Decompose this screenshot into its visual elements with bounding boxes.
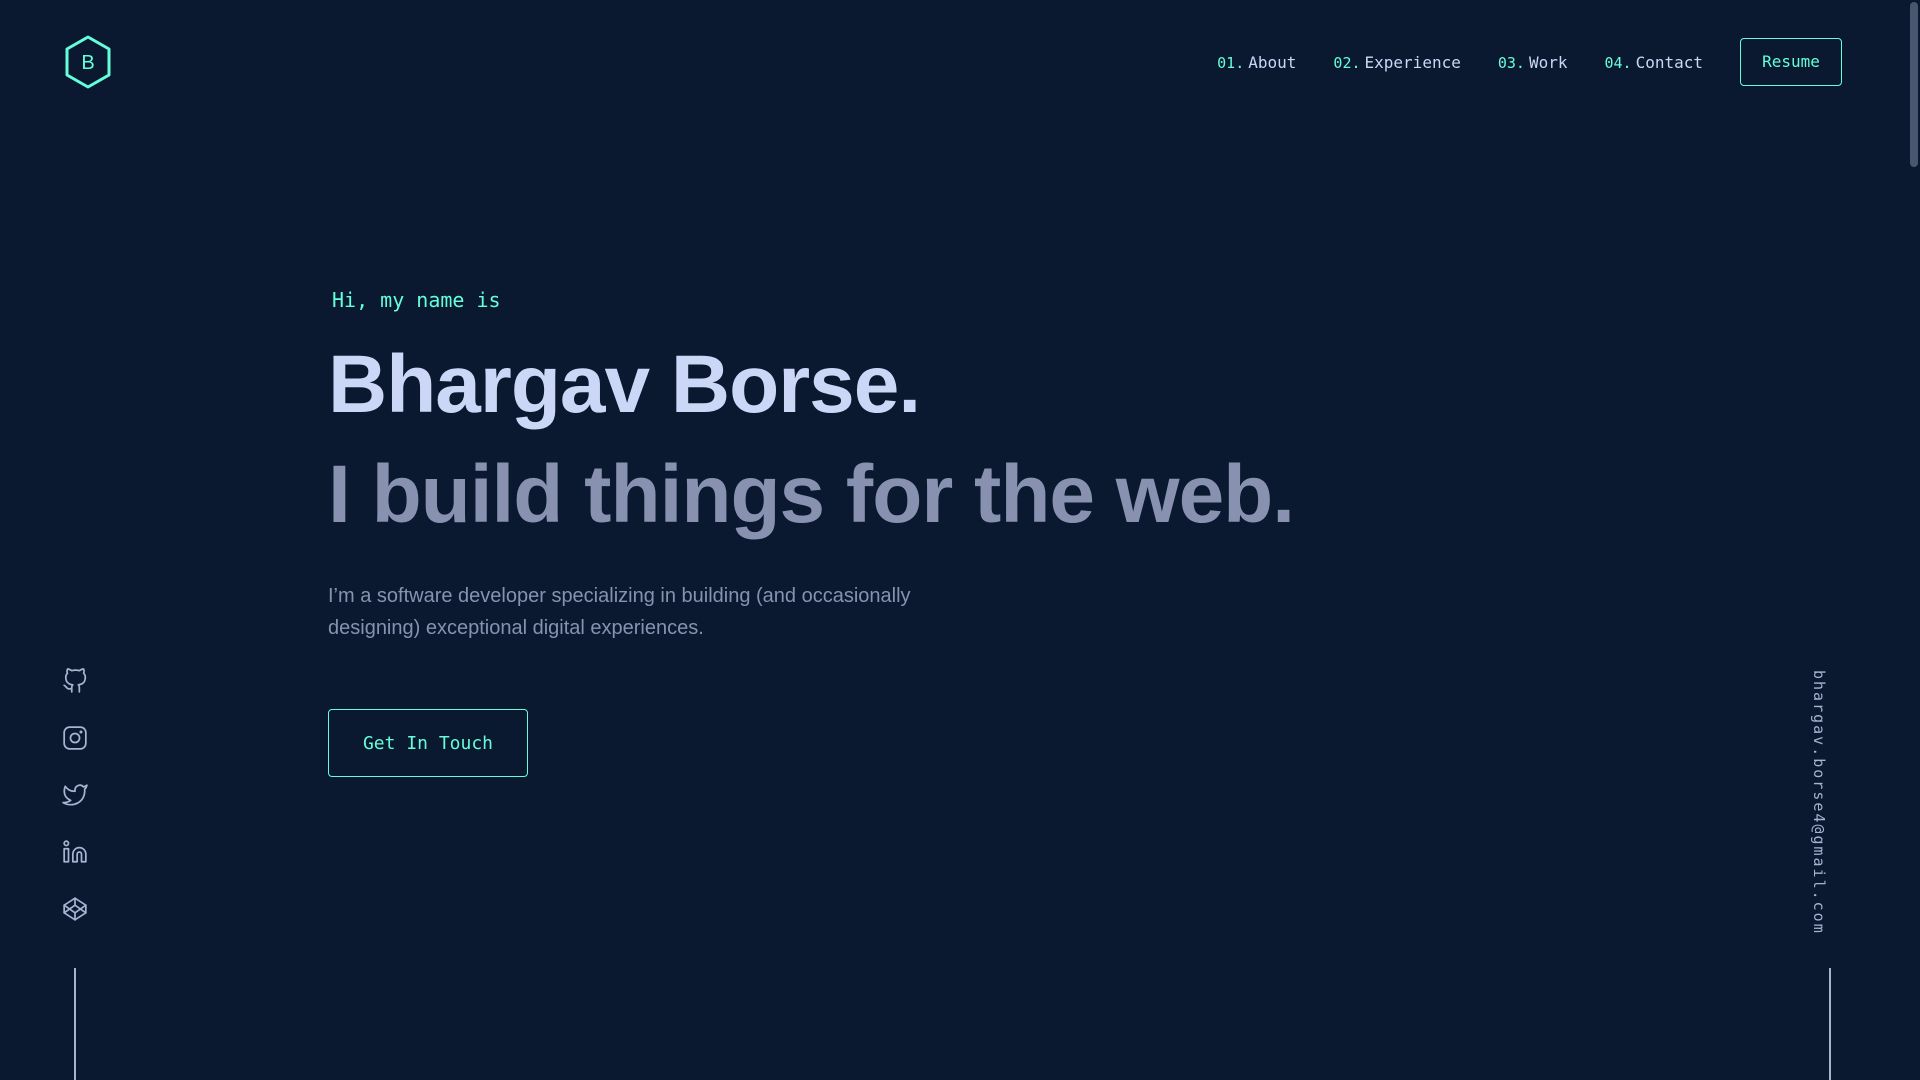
left-divider-line — [74, 968, 76, 1080]
instagram-icon[interactable] — [62, 725, 88, 751]
get-in-touch-button[interactable]: Get In Touch — [328, 709, 528, 777]
nav-number: 04. — [1604, 53, 1632, 72]
nav-label: Work — [1528, 52, 1568, 72]
logo[interactable]: B — [64, 35, 112, 89]
hexagon-logo-icon: B — [65, 35, 111, 89]
scrollbar-thumb[interactable] — [1910, 2, 1918, 167]
nav-number: 03. — [1497, 53, 1525, 72]
nav-item-experience[interactable]: 02. Experience — [1333, 53, 1460, 72]
right-divider-line — [1829, 968, 1831, 1080]
greeting: Hi, my name is — [332, 288, 501, 312]
nav-label: Experience — [1364, 52, 1461, 72]
linkedin-icon[interactable] — [62, 839, 88, 865]
nav-item-work[interactable]: 03. Work — [1498, 53, 1568, 72]
nav-item-contact[interactable]: 04. Contact — [1604, 53, 1703, 72]
hero-description: I’m a software developer specializing in… — [328, 585, 911, 639]
hero-section: Hi, my name is Bhargav Borse. I build th… — [328, 288, 1295, 777]
codepen-icon[interactable] — [62, 896, 88, 922]
email-link[interactable]: bhargav.borse4@gmail.com — [1810, 670, 1828, 935]
main-nav: 01. About 02. Experience 03. Work 04. Contac… — [1217, 38, 1842, 86]
resume-button[interactable]: Resume — [1740, 38, 1842, 86]
nav-label: About — [1248, 52, 1297, 72]
email-sidebar: bhargav.borse4@gmail.com — [1806, 670, 1832, 935]
nav-number: 01. — [1217, 53, 1245, 72]
hero-tagline: I build things for the web. — [328, 449, 1295, 540]
scrollbar-track[interactable] — [1908, 0, 1920, 1080]
nav-label: Contact — [1635, 52, 1703, 72]
hero-name: Bhargav Borse. — [328, 339, 921, 430]
social-links — [62, 668, 88, 953]
github-icon[interactable] — [62, 668, 88, 694]
nav-item-about[interactable]: 01. About — [1217, 53, 1296, 72]
nav-number: 02. — [1333, 53, 1361, 72]
logo-letter: B — [81, 52, 94, 74]
twitter-icon[interactable] — [62, 782, 88, 808]
